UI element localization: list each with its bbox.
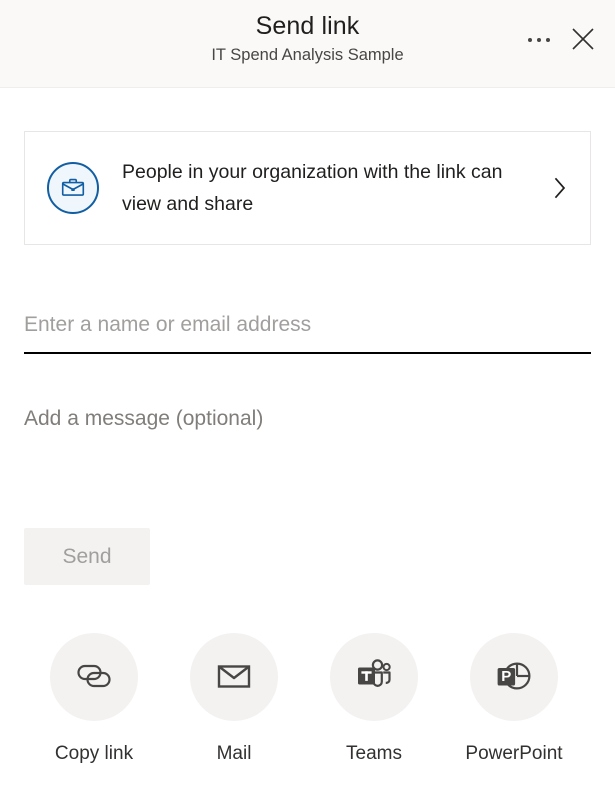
mail-label: Mail bbox=[216, 743, 252, 764]
chevron-right-icon[interactable] bbox=[552, 175, 568, 201]
copy-link-circle bbox=[50, 633, 138, 721]
teams-label: Teams bbox=[346, 743, 402, 764]
send-button[interactable]: Send bbox=[24, 528, 150, 585]
mail-button[interactable]: Mail bbox=[164, 633, 304, 766]
powerpoint-button[interactable]: P PowerPoint bbox=[444, 633, 584, 766]
message-field[interactable] bbox=[24, 400, 591, 460]
svg-text:P: P bbox=[501, 668, 511, 685]
powerpoint-label: PowerPoint bbox=[465, 743, 563, 764]
share-actions: Copy link Mail Teams P PowerPoint bbox=[24, 633, 591, 766]
powerpoint-icon: P bbox=[493, 655, 535, 700]
more-options-button[interactable] bbox=[517, 18, 561, 62]
briefcase-icon bbox=[47, 162, 99, 214]
close-icon bbox=[570, 26, 596, 55]
ellipsis-icon bbox=[528, 38, 550, 42]
recipient-input[interactable] bbox=[24, 300, 591, 350]
link-icon bbox=[73, 655, 115, 700]
teams-circle bbox=[330, 633, 418, 721]
recipient-field[interactable] bbox=[24, 300, 591, 354]
copy-link-label: Copy link bbox=[54, 743, 134, 764]
message-input[interactable] bbox=[24, 400, 591, 440]
teams-button[interactable]: Teams bbox=[304, 633, 444, 766]
header-actions bbox=[517, 18, 605, 62]
powerpoint-circle: P bbox=[470, 633, 558, 721]
teams-icon bbox=[353, 655, 395, 700]
link-settings-card[interactable]: People in your organization with the lin… bbox=[24, 131, 591, 245]
mail-circle bbox=[190, 633, 278, 721]
dialog-header: Send link IT Spend Analysis Sample bbox=[0, 0, 615, 88]
mail-icon bbox=[213, 655, 255, 700]
close-button[interactable] bbox=[561, 18, 605, 62]
link-settings-label: People in your organization with the lin… bbox=[122, 161, 503, 215]
copy-link-button[interactable]: Copy link bbox=[24, 633, 164, 766]
